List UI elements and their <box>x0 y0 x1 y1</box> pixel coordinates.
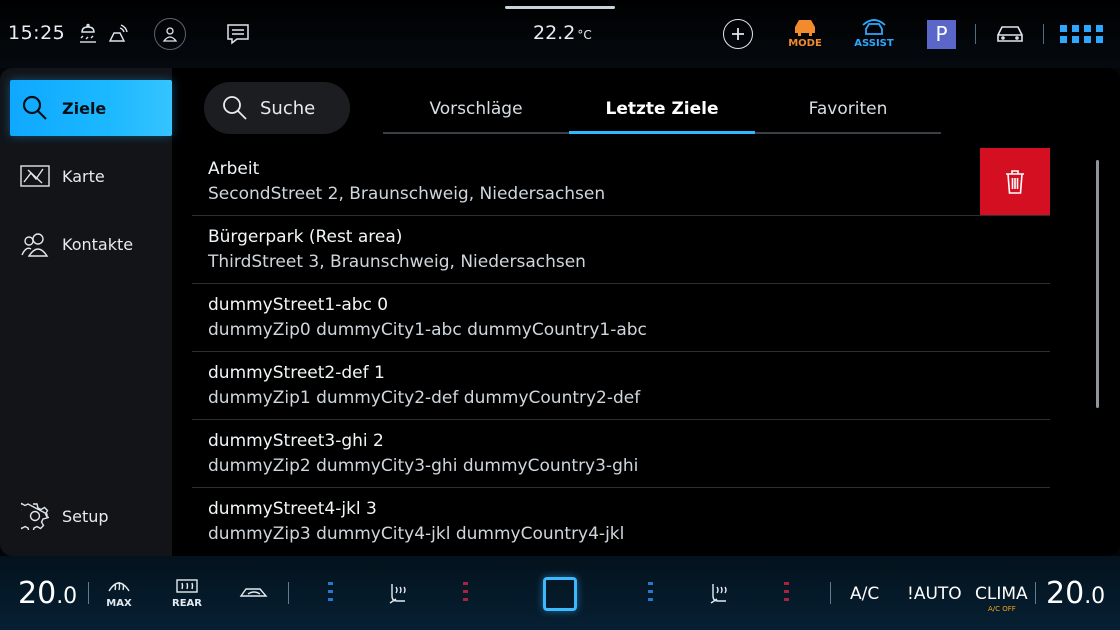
list-item[interactable]: Arbeit SecondStreet 2, Braunschweig, Nie… <box>192 148 1050 216</box>
left-seat-heat-icon[interactable] <box>385 580 413 608</box>
max-defrost-icon[interactable] <box>106 576 132 596</box>
divider <box>830 582 831 604</box>
destination-title: dummyStreet3-ghi 2 <box>208 431 384 451</box>
destination-title: Arbeit <box>208 159 260 179</box>
tab-bar: Vorschläge Letzte Ziele Favoriten <box>383 86 941 134</box>
add-button[interactable] <box>723 19 753 49</box>
delete-button[interactable] <box>980 148 1050 215</box>
list-item[interactable]: dummyStreet3-ghi 2 dummyZip2 dummyCity3-… <box>192 420 1050 488</box>
max-label[interactable]: MAX <box>99 598 139 609</box>
divider <box>88 582 89 604</box>
add-icon <box>732 28 744 40</box>
contacts-icon <box>10 231 60 257</box>
apps-grid-icon[interactable] <box>1058 22 1106 46</box>
parking-button[interactable]: P <box>927 20 956 49</box>
weather-icon <box>76 22 100 46</box>
sidebar-item-kontakte[interactable]: Kontakte <box>10 216 172 272</box>
left-fan-level[interactable] <box>328 582 333 601</box>
destination-address: dummyZip3 dummyCity4-jkl dummyCountry4-j… <box>208 524 625 544</box>
list-item[interactable]: dummyStreet4-jkl 3 dummyZip3 dummyCity4-… <box>192 488 1050 556</box>
message-icon <box>227 24 249 45</box>
sidebar-item-label: Ziele <box>62 98 107 118</box>
search-label: Suche <box>260 97 316 119</box>
status-bar: 15:25 22.2 °C MODE ASSIST P <box>0 0 1120 68</box>
right-temperature[interactable]: 20.0 <box>1046 576 1105 611</box>
sidebar-item-ziele[interactable]: Ziele <box>10 80 172 136</box>
sidebar-item-label: Karte <box>62 166 105 186</box>
destination-title: dummyStreet2-def 1 <box>208 363 385 383</box>
connectivity-icon <box>105 22 129 46</box>
mode-label[interactable]: MODE <box>780 38 830 49</box>
search-icon <box>10 94 60 122</box>
right-seat-heat-icon[interactable] <box>706 580 734 608</box>
list-item[interactable]: dummyStreet1-abc 0 dummyZip0 dummyCity1-… <box>192 284 1050 352</box>
destination-address: SecondStreet 2, Braunschweig, Niedersach… <box>208 184 606 204</box>
tab-letzte-ziele[interactable]: Letzte Ziele <box>569 86 755 134</box>
sidebar-item-label: Kontakte <box>62 234 134 254</box>
search-button[interactable]: Suche <box>204 82 350 134</box>
sidebar: Ziele Karte Kontakte Setup <box>0 68 172 556</box>
sidebar-item-setup[interactable]: Setup <box>10 488 172 544</box>
car-icon[interactable] <box>994 21 1026 47</box>
auto-button[interactable]: !AUTO <box>907 584 962 604</box>
destination-title: dummyStreet1-abc 0 <box>208 295 389 315</box>
pull-down-handle[interactable] <box>505 6 615 9</box>
assist-car-icon[interactable] <box>859 16 889 38</box>
right-fan-level[interactable] <box>648 582 653 601</box>
scrollbar[interactable] <box>1096 160 1099 408</box>
trash-icon <box>1006 169 1024 194</box>
destination-title: dummyStreet4-jkl 3 <box>208 499 377 519</box>
sidebar-item-label: Setup <box>62 506 109 526</box>
gear-icon <box>10 502 60 530</box>
clock: 15:25 <box>8 22 66 44</box>
profile-icon <box>162 27 178 42</box>
destination-address: ThirdStreet 3, Braunschweig, Niedersachs… <box>208 252 586 272</box>
mode-car-icon[interactable] <box>790 16 820 38</box>
home-button[interactable] <box>543 577 577 611</box>
outside-temperature: 22.2 °C <box>533 22 592 44</box>
rear-defrost-icon[interactable] <box>174 576 200 596</box>
sidebar-item-karte[interactable]: Karte <box>10 148 172 204</box>
right-seat-heat-level[interactable] <box>784 582 789 601</box>
rear-label[interactable]: REAR <box>167 598 207 609</box>
recirculation-icon[interactable] <box>238 583 272 601</box>
divider <box>1035 582 1036 604</box>
list-item[interactable]: dummyStreet2-def 1 dummyZip1 dummyCity2-… <box>192 352 1050 420</box>
clima-button[interactable]: CLIMA <box>975 584 1028 604</box>
recent-destinations-list: Arbeit SecondStreet 2, Braunschweig, Nie… <box>192 148 1050 556</box>
message-button[interactable] <box>224 20 252 48</box>
divider <box>1043 24 1044 44</box>
divider <box>975 24 976 44</box>
divider <box>288 582 289 604</box>
search-icon <box>222 95 248 121</box>
left-temperature[interactable]: 20.0 <box>18 576 77 611</box>
destination-title: Bürgerpark (Rest area) <box>208 227 403 247</box>
destination-address: dummyZip1 dummyCity2-def dummyCountry2-d… <box>208 388 641 408</box>
assist-label[interactable]: ASSIST <box>849 38 899 49</box>
clima-sub-label: A/C OFF <box>988 605 1016 613</box>
map-icon <box>10 164 60 188</box>
tab-vorschlaege[interactable]: Vorschläge <box>383 86 569 134</box>
list-item[interactable]: Bürgerpark (Rest area) ThirdStreet 3, Br… <box>192 216 1050 284</box>
infotainment-screen: 15:25 22.2 °C MODE ASSIST P Ziele Karte … <box>0 0 1120 630</box>
destination-address: dummyZip2 dummyCity3-ghi dummyCountry3-g… <box>208 456 639 476</box>
ac-button[interactable]: A/C <box>850 584 879 604</box>
left-seat-heat-level[interactable] <box>463 582 468 601</box>
destination-address: dummyZip0 dummyCity1-abc dummyCountry1-a… <box>208 320 647 340</box>
navigation-panel: Ziele Karte Kontakte Setup Suche Vorschl… <box>0 68 1120 556</box>
profile-button[interactable] <box>154 18 186 50</box>
tab-favoriten[interactable]: Favoriten <box>755 86 941 134</box>
